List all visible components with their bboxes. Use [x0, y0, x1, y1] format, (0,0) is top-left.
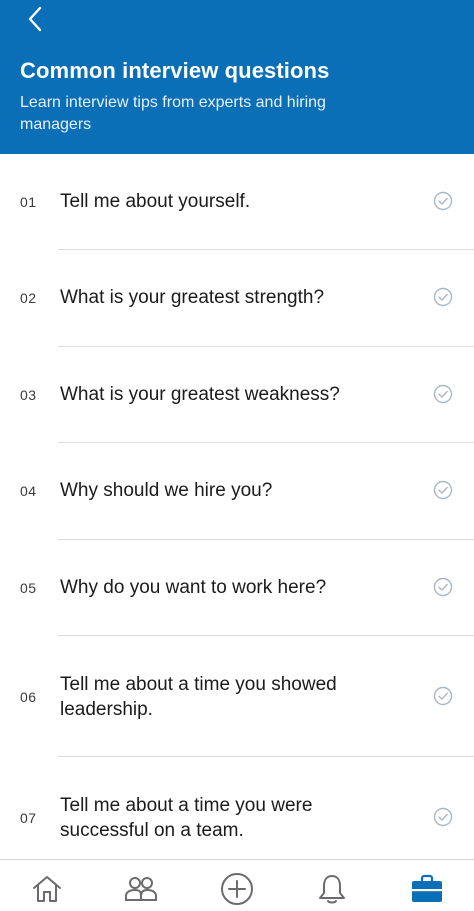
question-list: 01 Tell me about yourself. 02 What is yo…	[0, 154, 474, 861]
question-row-02[interactable]: 02 What is your greatest strength?	[0, 250, 474, 347]
tab-notifications[interactable]	[314, 872, 350, 906]
tab-home[interactable]	[29, 872, 65, 906]
question-text: Tell me about a time you were successful…	[60, 795, 313, 841]
bell-icon	[319, 875, 345, 904]
check-circle-icon	[433, 191, 453, 211]
check-circle-icon	[433, 577, 453, 597]
page-subtitle: Learn interview tips from experts and hi…	[20, 94, 326, 133]
question-number: 02	[20, 290, 37, 306]
question-number: 03	[20, 387, 37, 403]
briefcase-icon	[412, 874, 442, 902]
chevron-left-icon	[28, 6, 42, 32]
page-title: Common interview questions	[20, 58, 330, 83]
question-text: Why do you want to work here?	[60, 577, 327, 598]
people-icon	[125, 877, 157, 901]
question-row-07[interactable]: 07 Tell me about a time you were success…	[0, 757, 474, 861]
question-text: What is your greatest strength?	[60, 287, 325, 308]
question-text: Why should we hire you?	[60, 480, 273, 501]
question-row-04[interactable]: 04 Why should we hire you?	[0, 443, 474, 540]
question-row-03[interactable]: 03 What is your greatest weakness?	[0, 347, 474, 443]
check-circle-icon	[433, 480, 453, 500]
question-row-06[interactable]: 06 Tell me about a time you showed leade…	[0, 636, 474, 757]
header: Common interview questions Learn intervi…	[0, 0, 474, 154]
question-row-05[interactable]: 05 Why do you want to work here?	[0, 540, 474, 636]
check-circle-icon	[433, 384, 453, 404]
bottom-tab-bar	[0, 859, 474, 911]
check-circle-icon	[433, 807, 453, 827]
check-circle-icon	[433, 287, 453, 307]
check-circle-icon	[433, 686, 453, 706]
tab-my-network[interactable]	[123, 872, 159, 906]
question-number: 01	[20, 194, 37, 210]
home-icon	[33, 876, 61, 902]
question-text: What is your greatest weakness?	[60, 384, 340, 405]
tab-jobs[interactable]	[409, 872, 445, 906]
question-row-01[interactable]: 01 Tell me about yourself.	[0, 154, 474, 250]
question-text: Tell me about yourself.	[60, 191, 251, 212]
question-number: 06	[20, 689, 37, 705]
add-circle-icon	[221, 873, 253, 905]
question-number: 05	[20, 580, 37, 596]
question-number: 07	[20, 810, 37, 826]
question-number: 04	[20, 483, 37, 499]
back-button[interactable]	[20, 4, 50, 34]
tab-post[interactable]	[219, 872, 255, 906]
question-text: Tell me about a time you showed leadersh…	[60, 674, 337, 720]
